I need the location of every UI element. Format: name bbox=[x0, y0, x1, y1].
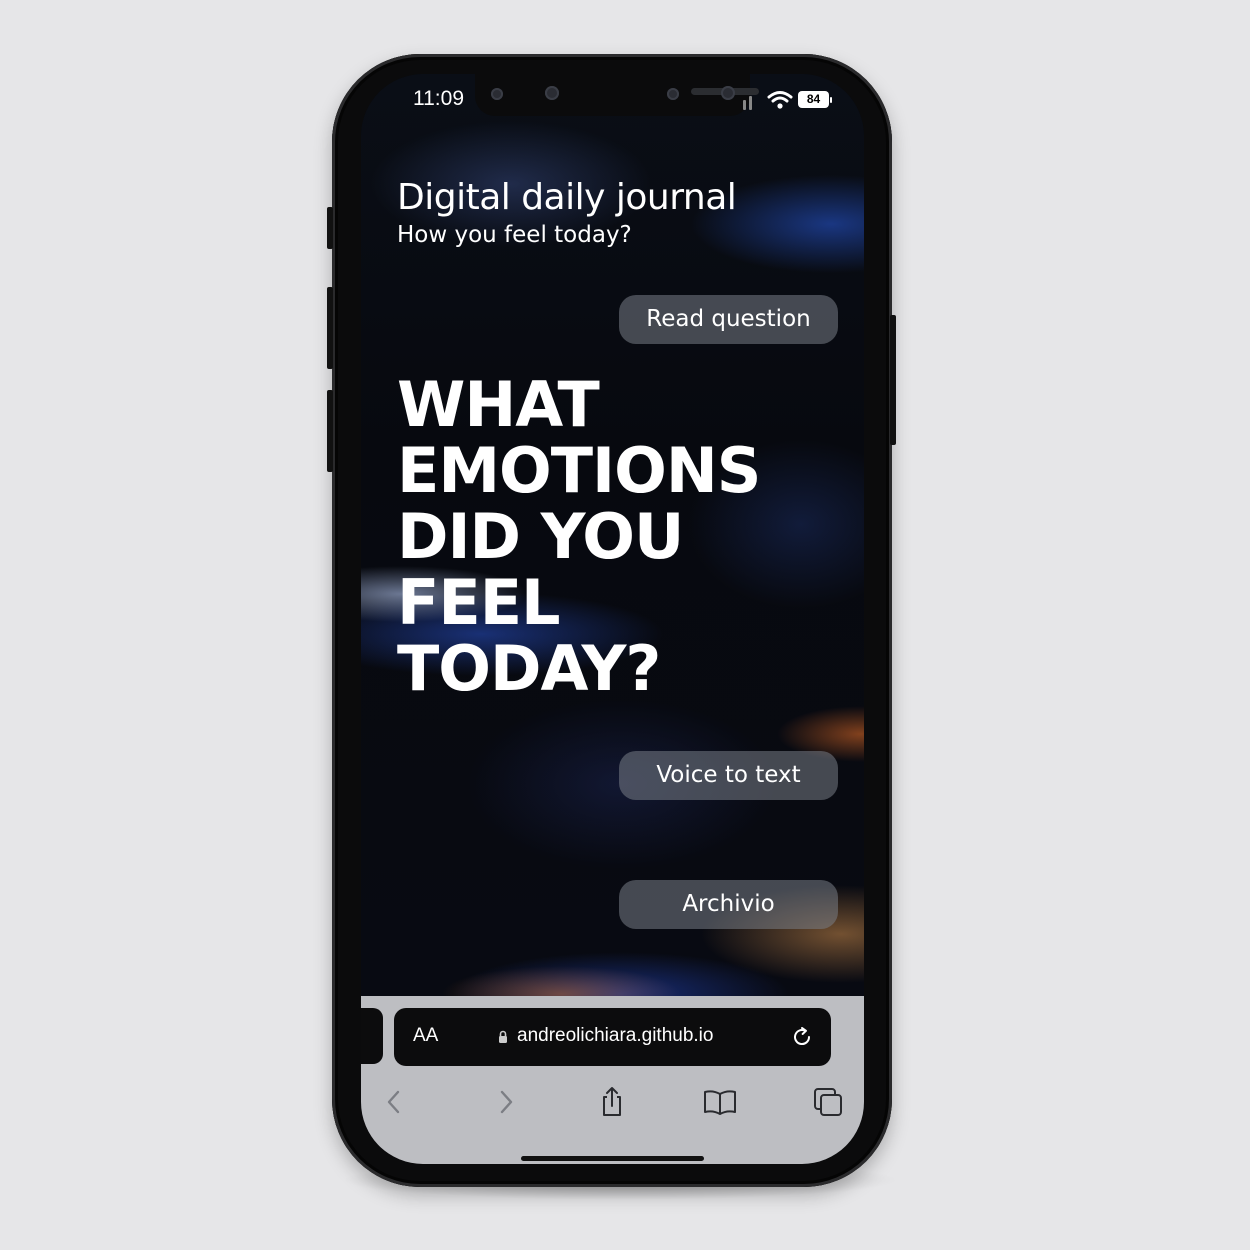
browser-bottom-bar: AA andreolichiara.github.io bbox=[361, 996, 864, 1164]
battery-tip bbox=[830, 97, 832, 103]
question-line: TODAY? bbox=[397, 632, 661, 705]
signal-icon bbox=[743, 96, 752, 110]
share-icon[interactable] bbox=[594, 1084, 630, 1120]
proximity-sensor bbox=[721, 86, 735, 100]
archive-button[interactable]: Archivio bbox=[619, 880, 838, 929]
sensor-dot bbox=[667, 88, 679, 100]
question-line: FEEL bbox=[397, 566, 561, 639]
question-line: WHAT bbox=[397, 368, 600, 441]
book-icon[interactable] bbox=[702, 1084, 738, 1120]
question-line: EMOTIONS bbox=[397, 434, 761, 507]
reload-icon[interactable] bbox=[790, 1025, 814, 1049]
chevron-left-icon[interactable] bbox=[377, 1084, 413, 1120]
battery-icon: 84 bbox=[798, 91, 829, 108]
page-subtitle: How you feel today? bbox=[397, 222, 632, 248]
phone-volume-up-button bbox=[327, 287, 333, 369]
phone-volume-down-button bbox=[327, 390, 333, 472]
home-indicator[interactable] bbox=[521, 1156, 704, 1161]
mockup-scene: 11:09 84 Digital daily journal How you f… bbox=[0, 0, 1250, 1250]
question-line: DID YOU bbox=[397, 500, 684, 573]
notch bbox=[475, 74, 759, 116]
read-question-button[interactable]: Read question bbox=[619, 295, 838, 344]
text-size-button[interactable]: AA bbox=[413, 1025, 438, 1047]
page-title: Digital daily journal bbox=[397, 177, 737, 218]
tabs-icon[interactable] bbox=[810, 1084, 846, 1120]
daily-question: WHAT EMOTIONS DID YOU FEEL TODAY? bbox=[397, 372, 837, 702]
wifi-icon bbox=[767, 91, 793, 109]
status-icons: 84 bbox=[741, 88, 851, 112]
phone-side-button bbox=[327, 207, 333, 249]
phone-screen: 11:09 84 Digital daily journal How you f… bbox=[361, 74, 864, 1164]
sensor-dot bbox=[545, 86, 559, 100]
previous-tab-peek[interactable] bbox=[361, 1008, 383, 1064]
lock-icon bbox=[499, 1030, 507, 1043]
chevron-right-icon[interactable] bbox=[487, 1084, 523, 1120]
voice-to-text-button[interactable]: Voice to text bbox=[619, 751, 838, 800]
front-camera bbox=[491, 88, 503, 100]
phone-power-button bbox=[890, 315, 896, 445]
status-time: 11:09 bbox=[413, 87, 464, 110]
url-text: andreolichiara.github.io bbox=[517, 1025, 714, 1046]
address-bar[interactable]: AA andreolichiara.github.io bbox=[394, 1008, 831, 1066]
